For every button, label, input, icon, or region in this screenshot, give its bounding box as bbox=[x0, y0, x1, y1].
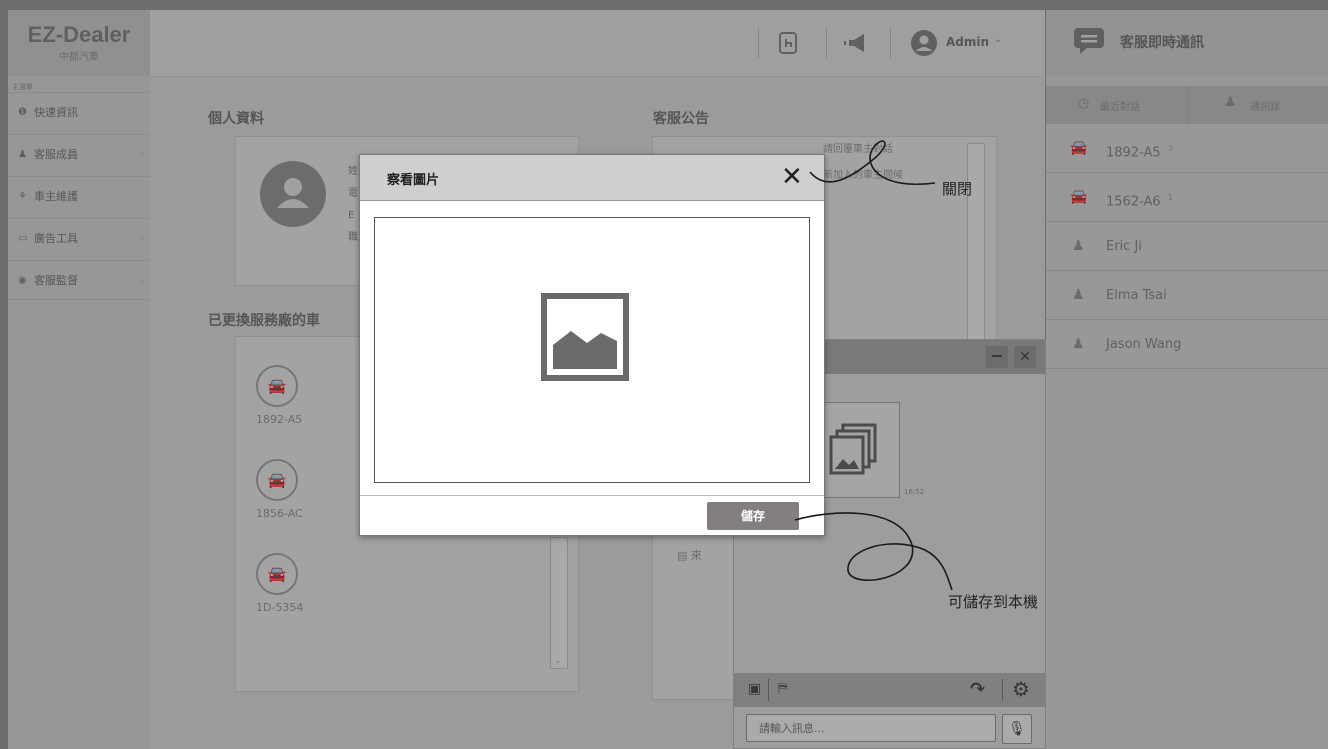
annotation-save-note: 可儲存到本機 bbox=[948, 593, 1039, 611]
annotation-close-note: 關閉 bbox=[942, 180, 973, 198]
annotation-lines bbox=[794, 140, 953, 591]
